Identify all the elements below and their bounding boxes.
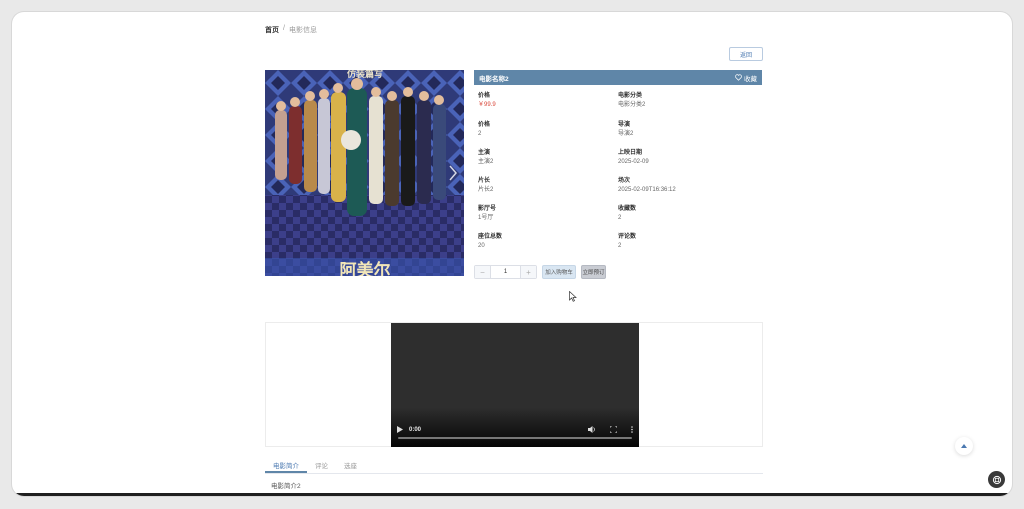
- tab-seat-selection[interactable]: 选座: [336, 457, 365, 473]
- field-value: 2: [478, 131, 482, 137]
- field-label: 导演: [618, 122, 631, 128]
- field-price: 价格 ￥99.9: [478, 92, 496, 110]
- movie-poster: 仿装篇写 阿美尔: [265, 70, 464, 276]
- tab-intro[interactable]: 电影简介: [265, 457, 307, 473]
- field-label: 片长: [478, 178, 491, 184]
- field-hall: 影厅号 1号厅: [478, 205, 496, 223]
- movie-name: 电影名称2: [479, 75, 509, 83]
- caret-up-icon: [961, 444, 967, 448]
- poster-top-text: 仿装篇写: [347, 70, 383, 80]
- field-label: 评论数: [618, 234, 637, 240]
- volume-icon[interactable]: [588, 426, 596, 433]
- favorite-button[interactable]: 收藏: [735, 73, 757, 83]
- back-button[interactable]: 返回: [729, 47, 763, 61]
- field-label: 价格: [478, 93, 491, 99]
- browser-window: 首页 / 电影信息 返回 仿装篇写 阿美尔 电影名称2 收藏 价格 ￥99.9 …: [12, 12, 1012, 496]
- field-value: 2025-02-09: [618, 159, 649, 165]
- field-value: 20: [478, 243, 485, 249]
- favorite-label: 收藏: [744, 75, 757, 83]
- quantity-stepper: − 1 +: [474, 265, 537, 279]
- breadcrumb-current: 电影信息: [288, 27, 317, 34]
- field-label: 场次: [618, 178, 631, 184]
- more-options-icon[interactable]: [631, 426, 633, 433]
- quantity-input[interactable]: 1: [490, 266, 521, 278]
- field-label: 座位总数: [478, 234, 503, 240]
- field-director: 导演 导演2: [618, 121, 633, 139]
- field-value: 主演2: [478, 159, 494, 165]
- heart-icon: [735, 74, 742, 81]
- field-value: ￥99.9: [478, 102, 496, 108]
- field-value: 电影分类2: [618, 102, 646, 108]
- field-value: 1号厅: [478, 215, 494, 221]
- book-now-button[interactable]: 立即预订: [581, 265, 606, 279]
- field-label: 收藏数: [618, 206, 637, 212]
- video-progress-bar[interactable]: [398, 437, 632, 439]
- scroll-to-top-button[interactable]: [955, 437, 973, 455]
- video-player[interactable]: 0:00: [391, 323, 639, 447]
- field-value: 片长2: [478, 187, 494, 193]
- fullscreen-icon[interactable]: [610, 426, 617, 433]
- scan-icon: [992, 475, 1001, 484]
- breadcrumb: 首页 / 电影信息: [265, 25, 317, 35]
- field-favorite-count: 收藏数 2: [618, 205, 636, 223]
- add-to-cart-button[interactable]: 加入购物车: [542, 265, 576, 279]
- tab-content-intro: 电影简介2: [271, 483, 301, 490]
- mouse-cursor-icon: [569, 289, 577, 307]
- field-price-2: 价格 2: [478, 121, 490, 139]
- play-icon[interactable]: [397, 426, 403, 433]
- detail-tabs: 电影简介 评论 选座: [265, 457, 763, 474]
- video-controls: 0:00: [397, 426, 633, 433]
- field-seat-count: 座位总数 20: [478, 233, 502, 251]
- field-release-date: 上映日期 2025-02-09: [618, 149, 649, 167]
- increment-button[interactable]: +: [521, 266, 536, 278]
- window-bottom-edge: [12, 493, 1012, 496]
- field-label: 电影分类: [618, 93, 643, 99]
- movie-detail-header: 电影名称2 收藏: [474, 70, 762, 85]
- field-label: 影厅号: [478, 206, 497, 212]
- field-showtime: 场次 2025-02-09T16:36:12: [618, 177, 676, 195]
- field-label: 上映日期: [618, 150, 643, 156]
- assistant-button[interactable]: [988, 471, 1005, 488]
- breadcrumb-separator: /: [283, 25, 285, 32]
- poster-bottom-text: 阿美尔: [340, 260, 391, 276]
- decrement-button[interactable]: −: [475, 266, 490, 278]
- video-time: 0:00: [409, 426, 422, 433]
- field-label: 主演: [478, 150, 491, 156]
- field-cast: 主演 主演2: [478, 149, 493, 167]
- video-section: 0:00: [265, 322, 763, 447]
- field-label: 价格: [478, 122, 491, 128]
- field-duration: 片长 片长2: [478, 177, 493, 195]
- chevron-right-icon[interactable]: [448, 164, 458, 182]
- field-value: 2: [618, 243, 622, 249]
- field-comment-count: 评论数 2: [618, 233, 636, 251]
- tab-comments[interactable]: 评论: [307, 457, 336, 473]
- field-value: 2: [618, 215, 622, 221]
- field-value: 2025-02-09T16:36:12: [618, 187, 676, 193]
- field-value: 导演2: [618, 131, 634, 137]
- field-category: 电影分类 电影分类2: [618, 92, 645, 110]
- breadcrumb-home[interactable]: 首页: [265, 25, 279, 35]
